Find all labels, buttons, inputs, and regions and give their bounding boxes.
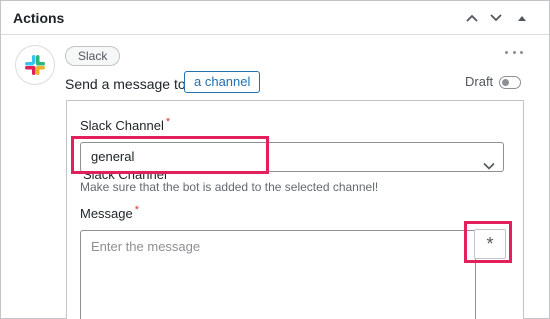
- channel-button[interactable]: a channel: [184, 71, 261, 93]
- message-required-mark: *: [134, 204, 140, 216]
- panel-header: Actions: [1, 1, 549, 35]
- chevron-down-icon[interactable]: [487, 9, 505, 27]
- status-label: Draft: [465, 74, 494, 89]
- toggle-knob: [502, 78, 509, 86]
- status-toggle[interactable]: [499, 76, 521, 89]
- channel-required-mark: *: [165, 116, 171, 128]
- channel-select[interactable]: general: [80, 142, 504, 172]
- triangle-up-icon[interactable]: [513, 9, 531, 27]
- channel-select-value: general: [91, 149, 135, 164]
- channel-label-text: Slack Channel: [80, 118, 164, 133]
- chevron-down-icon: [483, 152, 495, 180]
- message-label-text: Message: [80, 206, 133, 221]
- channel-hint: Make sure that the bot is added to the s…: [80, 180, 379, 194]
- action-sentence: Send a message to: [65, 76, 186, 92]
- panel-title: Actions: [13, 10, 65, 26]
- message-textarea[interactable]: Enter the message: [80, 230, 476, 319]
- message-placeholder: Enter the message: [91, 239, 201, 254]
- integration-badge: Slack: [65, 46, 121, 66]
- message-field-label: Message *: [80, 204, 140, 221]
- channel-field-label-visible: Slack Channel *: [80, 116, 171, 133]
- merge-tags-button[interactable]: *: [474, 229, 506, 259]
- slack-logo-icon: [15, 45, 55, 85]
- chevron-up-icon[interactable]: [463, 9, 481, 27]
- more-options-icon[interactable]: [505, 47, 523, 57]
